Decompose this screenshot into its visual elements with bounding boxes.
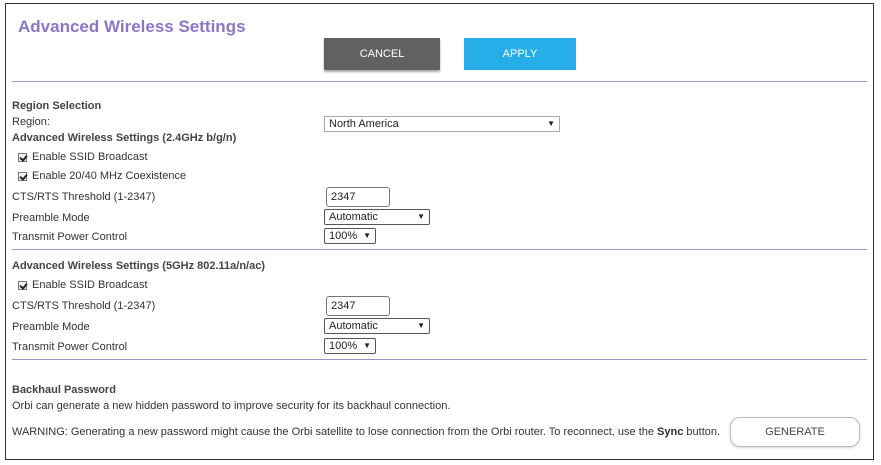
band24-coexistence-row: Enable 20/40 MHz Coexistence — [18, 170, 186, 182]
band24-cts-input[interactable]: 2347 — [326, 187, 390, 207]
band24-preamble-label: Preamble Mode — [12, 212, 90, 224]
page-title: Advanced Wireless Settings — [18, 17, 246, 36]
region-select[interactable]: North America ▼ — [324, 116, 560, 132]
band5-divider — [12, 359, 867, 360]
band24-power-select[interactable]: 100% ▼ — [324, 228, 376, 244]
band5-cts-input[interactable]: 2347 — [326, 296, 390, 316]
band5-ssid-broadcast-checkbox[interactable] — [18, 280, 27, 290]
settings-panel: Advanced Wireless Settings CANCEL APPLY … — [5, 3, 874, 460]
band5-preamble-label: Preamble Mode — [12, 321, 90, 333]
band24-ssid-broadcast-label: Enable SSID Broadcast — [32, 151, 148, 163]
band24-power-label: Transmit Power Control — [12, 231, 128, 243]
band24-ssid-broadcast-checkbox[interactable] — [18, 152, 27, 162]
band5-section-title: Advanced Wireless Settings (5GHz 802.11a… — [12, 260, 266, 272]
cancel-button[interactable]: CANCEL — [324, 38, 440, 70]
region-label: Region: — [12, 116, 50, 128]
band5-preamble-select[interactable]: Automatic ▼ — [324, 318, 430, 334]
header-divider — [12, 81, 867, 82]
band5-ssid-broadcast-row: Enable SSID Broadcast — [18, 279, 148, 291]
band24-power-value: 100% — [329, 230, 358, 242]
backhaul-warning-keyword: Sync — [657, 426, 684, 438]
band5-power-label: Transmit Power Control — [12, 341, 128, 353]
region-select-value: North America — [329, 118, 399, 130]
generate-button[interactable]: GENERATE — [730, 417, 860, 447]
caret-down-icon: ▼ — [363, 231, 371, 240]
region-section-title: Region Selection — [12, 100, 102, 112]
band24-cts-label: CTS/RTS Threshold (1-2347) — [12, 191, 156, 203]
backhaul-warning-suffix: button. — [683, 426, 721, 438]
band24-section-title: Advanced Wireless Settings (2.4GHz b/g/n… — [12, 132, 237, 144]
caret-down-icon: ▼ — [547, 119, 555, 128]
band5-preamble-value: Automatic — [329, 320, 378, 332]
band5-power-value: 100% — [329, 340, 358, 352]
backhaul-description: Orbi can generate a new hidden password … — [12, 400, 451, 412]
caret-down-icon: ▼ — [363, 341, 371, 350]
band24-preamble-value: Automatic — [329, 211, 378, 223]
band24-coexistence-label: Enable 20/40 MHz Coexistence — [32, 170, 187, 182]
band24-ssid-broadcast-row: Enable SSID Broadcast — [18, 151, 148, 163]
apply-button[interactable]: APPLY — [464, 38, 576, 70]
band5-ssid-broadcast-label: Enable SSID Broadcast — [32, 279, 148, 291]
backhaul-warning: WARNING: Generating a new password might… — [12, 426, 720, 438]
caret-down-icon: ▼ — [417, 321, 425, 330]
band24-coexistence-checkbox[interactable] — [18, 171, 27, 181]
band24-preamble-select[interactable]: Automatic ▼ — [324, 209, 430, 225]
band5-cts-label: CTS/RTS Threshold (1-2347) — [12, 300, 156, 312]
caret-down-icon: ▼ — [417, 212, 425, 221]
band24-divider — [12, 249, 867, 250]
band5-power-select[interactable]: 100% ▼ — [324, 338, 376, 354]
backhaul-section-title: Backhaul Password — [12, 384, 116, 396]
backhaul-warning-prefix: WARNING: Generating a new password might… — [12, 426, 658, 438]
